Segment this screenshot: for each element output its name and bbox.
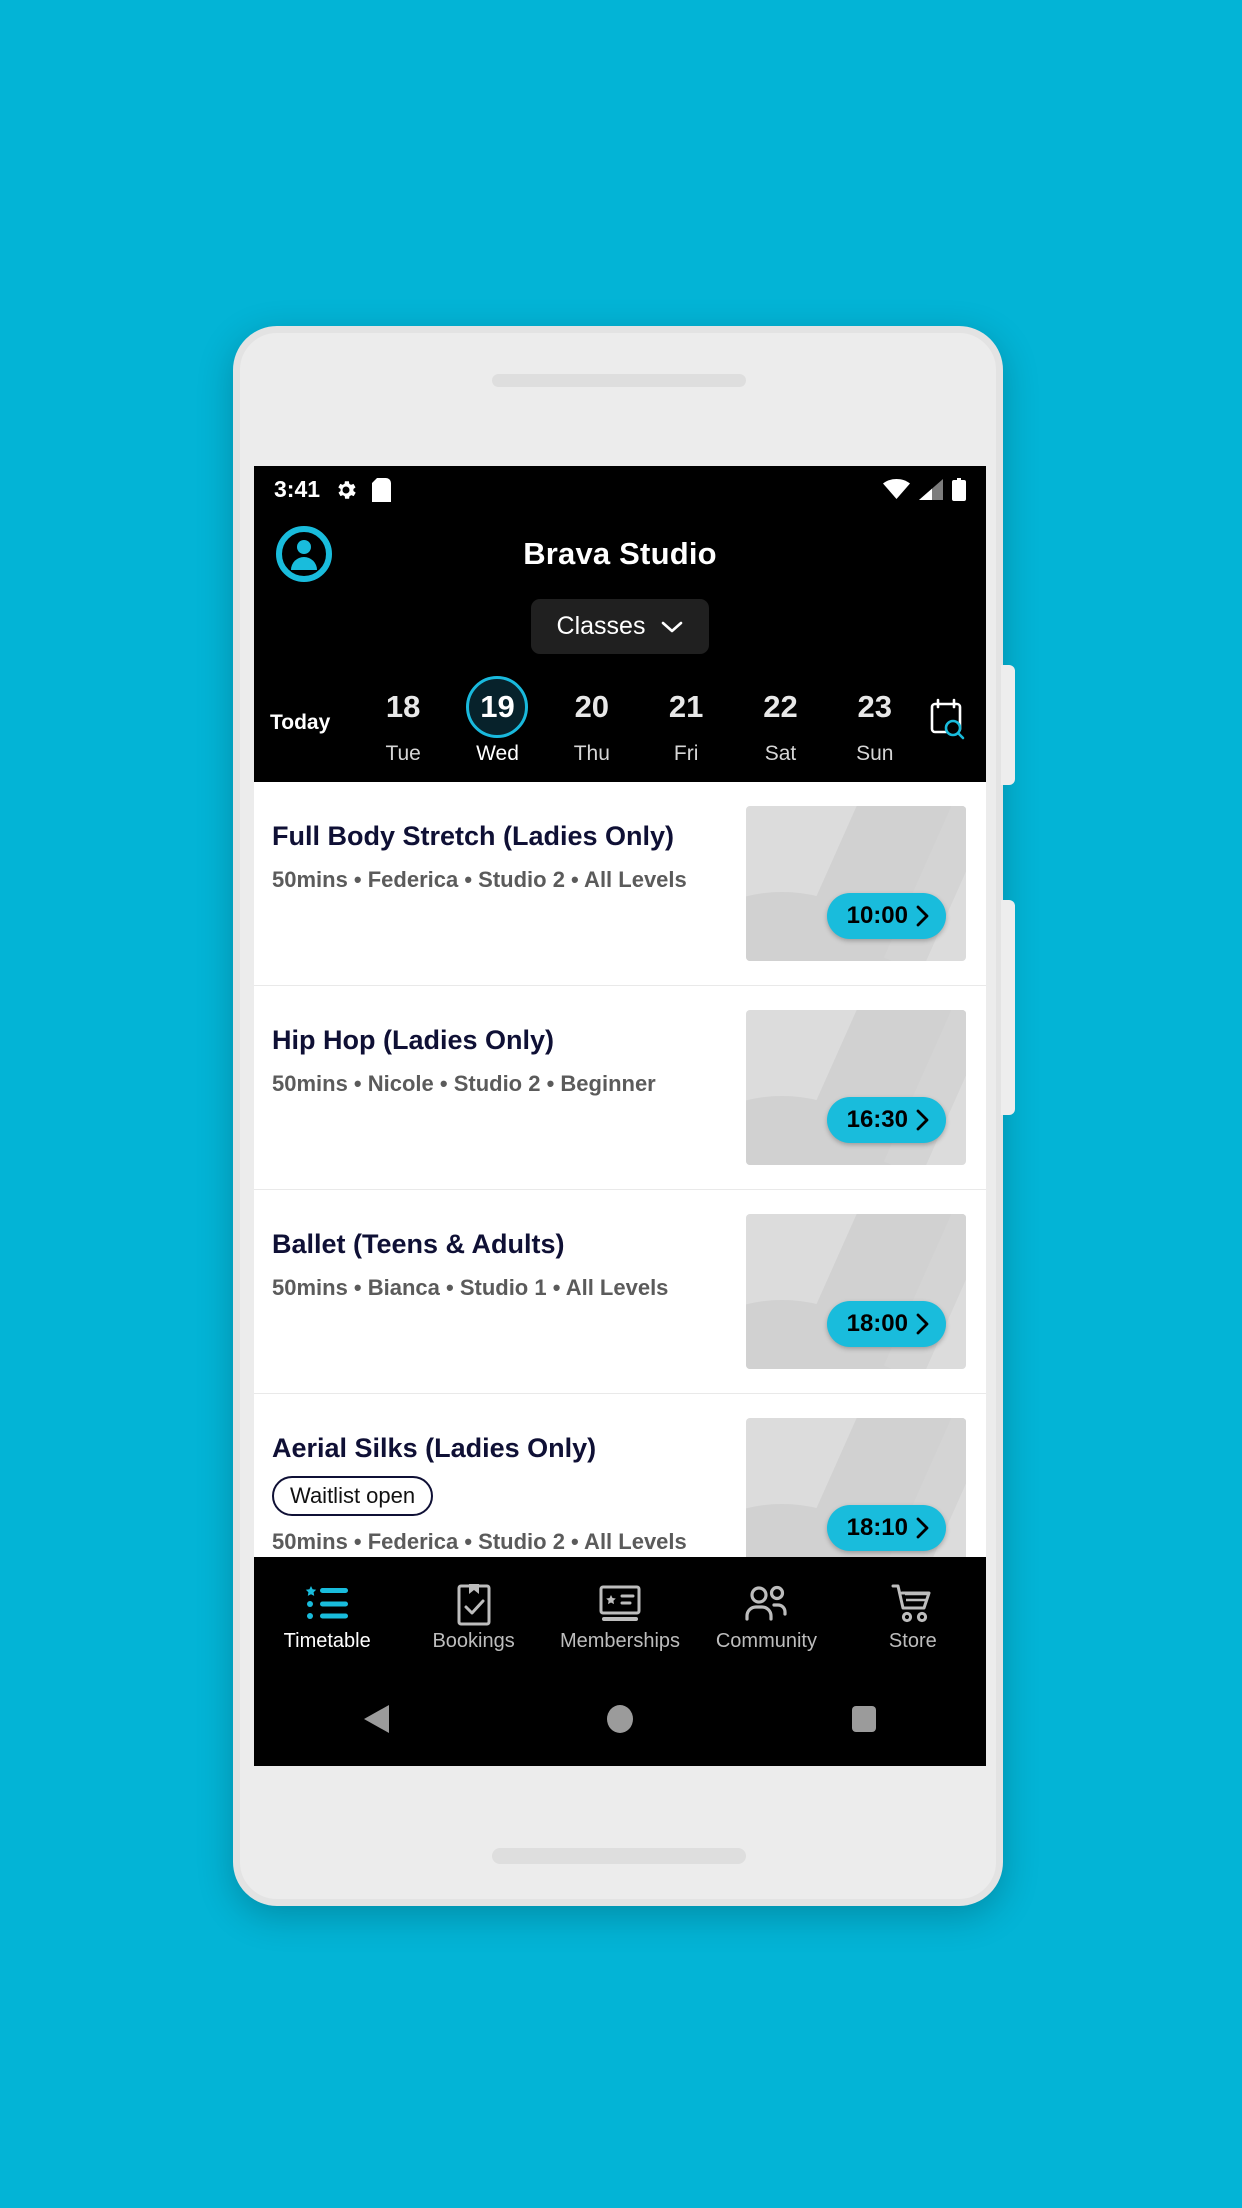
phone-screen: 3:41 Brava Studio Classes Today 18 Tue 1…	[254, 466, 986, 1766]
class-meta: 50mins • Federica • Studio 2 • All Level…	[272, 1528, 687, 1554]
membership-card-icon	[598, 1582, 642, 1626]
date-weekday: Wed	[476, 742, 519, 765]
date-strip: Today 18 Tue 19 Wed 20 Thu 21 Fri 22 Sat 23 Sun	[254, 670, 986, 782]
class-thumbnail: 18:10	[746, 1418, 966, 1573]
class-title: Aerial Silks (Ladies Only)	[272, 1433, 597, 1463]
class-info: Aerial Silks (Ladies Only) Waitlist open 5…	[272, 1418, 734, 1556]
nav-item-timetable[interactable]: Timetable	[254, 1576, 400, 1653]
date-weekday: Fri	[673, 742, 699, 765]
cellular-signal-icon	[919, 479, 943, 500]
date-number: 21	[668, 689, 704, 725]
nav-item-label: Memberships	[559, 1629, 681, 1652]
date-item-fri[interactable]: 21 Fri	[653, 676, 719, 766]
date-item-sat[interactable]: 22 Sat	[747, 676, 813, 766]
nav-item-bookings[interactable]: Bookings	[400, 1576, 546, 1653]
sd-card-icon	[372, 477, 392, 502]
nav-item-label: Bookings	[432, 1629, 515, 1652]
class-time-chip[interactable]: 18:10	[826, 1505, 946, 1551]
android-navigation-bar	[254, 1671, 986, 1766]
class-time: 16:30	[846, 1106, 908, 1133]
battery-icon	[952, 478, 966, 501]
classes-dropdown-label: Classes	[556, 612, 646, 640]
nav-item-label: Community	[715, 1629, 817, 1652]
class-meta: 50mins • Bianca • Studio 1 • All Levels	[272, 1274, 669, 1300]
class-row[interactable]: Hip Hop (Ladies Only) 50mins • Nicole • S…	[254, 986, 986, 1190]
status-bar: 3:41	[254, 466, 986, 513]
date-number: 18	[385, 689, 421, 725]
class-time: 18:10	[846, 1514, 908, 1541]
phone-volume-button[interactable]	[1001, 665, 1015, 785]
class-info: Hip Hop (Ladies Only) 50mins • Nicole • S…	[272, 1010, 734, 1098]
class-time: 18:00	[846, 1310, 908, 1337]
chevron-right-icon	[916, 905, 930, 927]
class-thumbnail: 18:00	[746, 1214, 966, 1369]
bottom-speaker-grille	[492, 1848, 746, 1864]
page-title: Brava Studio	[523, 536, 717, 571]
status-badge: Waitlist open	[272, 1475, 434, 1516]
class-title: Hip Hop (Ladies Only)	[272, 1025, 555, 1055]
class-time: 10:00	[846, 902, 908, 929]
class-title: Ballet (Teens & Adults)	[272, 1229, 565, 1259]
people-icon	[743, 1582, 789, 1626]
class-row[interactable]: Full Body Stretch (Ladies Only) 50mins • …	[254, 782, 986, 986]
app-header: Brava Studio Classes	[254, 513, 986, 670]
date-weekday: Sun	[856, 742, 894, 765]
date-item-thu[interactable]: 20 Thu	[559, 676, 625, 766]
phone-power-button[interactable]	[1001, 900, 1015, 1115]
class-list: Full Body Stretch (Ladies Only) 50mins • …	[254, 782, 986, 1598]
class-thumbnail: 10:00	[746, 806, 966, 961]
class-time-chip[interactable]: 16:30	[826, 1097, 946, 1143]
today-label: Today	[270, 711, 331, 734]
date-item-sun[interactable]: 23 Sun	[842, 676, 908, 766]
nav-item-label: Timetable	[283, 1629, 371, 1652]
home-circle-icon[interactable]	[560, 1703, 680, 1735]
date-items: 18 Tue 19 Wed 20 Thu 21 Fri 22 Sat 23 Sun	[356, 676, 922, 766]
date-number: 20	[574, 689, 610, 725]
date-item-wed[interactable]: 19 Wed	[464, 676, 530, 766]
date-number: 23	[857, 689, 893, 725]
earpiece-speaker	[492, 374, 746, 387]
back-triangle-icon[interactable]	[316, 1703, 436, 1735]
class-thumbnail: 16:30	[746, 1010, 966, 1165]
nav-item-label: Store	[888, 1629, 937, 1652]
gear-icon	[334, 478, 358, 502]
chevron-down-icon	[661, 620, 683, 634]
date-number: 19	[466, 676, 529, 738]
class-meta: 50mins • Federica • Studio 2 • All Level…	[272, 866, 687, 892]
chevron-right-icon	[916, 1109, 930, 1131]
list-star-icon	[305, 1582, 349, 1626]
date-weekday: Thu	[573, 742, 610, 765]
class-row[interactable]: Ballet (Teens & Adults) 50mins • Bianca •…	[254, 1190, 986, 1394]
class-time-chip[interactable]: 10:00	[826, 893, 946, 939]
bottom-navigation-bar: Timetable Bookings Memberships Community Sto…	[254, 1557, 986, 1671]
status-time: 3:41	[274, 476, 321, 502]
calendar-search-icon[interactable]	[926, 698, 970, 745]
recents-square-icon[interactable]	[804, 1703, 924, 1735]
class-title: Full Body Stretch (Ladies Only)	[272, 821, 675, 851]
account-avatar-icon[interactable]	[276, 526, 332, 582]
chevron-right-icon	[916, 1313, 930, 1335]
class-time-chip[interactable]: 18:00	[826, 1301, 946, 1347]
class-info: Full Body Stretch (Ladies Only) 50mins • …	[272, 806, 734, 894]
clipboard-check-icon	[455, 1582, 493, 1626]
wifi-icon	[883, 479, 910, 500]
classes-dropdown-button[interactable]: Classes	[530, 599, 710, 654]
shopping-cart-icon	[891, 1582, 935, 1626]
chevron-right-icon	[916, 1517, 930, 1539]
date-weekday: Sat	[764, 742, 797, 765]
date-weekday: Tue	[385, 742, 421, 765]
nav-item-store[interactable]: Store	[840, 1576, 986, 1653]
class-meta: 50mins • Nicole • Studio 2 • Beginner	[272, 1070, 656, 1096]
date-number: 22	[763, 689, 798, 725]
nav-item-community[interactable]: Community	[693, 1576, 839, 1653]
date-item-tue[interactable]: 18 Tue	[370, 676, 436, 766]
nav-item-memberships[interactable]: Memberships	[547, 1576, 693, 1653]
class-info: Ballet (Teens & Adults) 50mins • Bianca •…	[272, 1214, 734, 1302]
